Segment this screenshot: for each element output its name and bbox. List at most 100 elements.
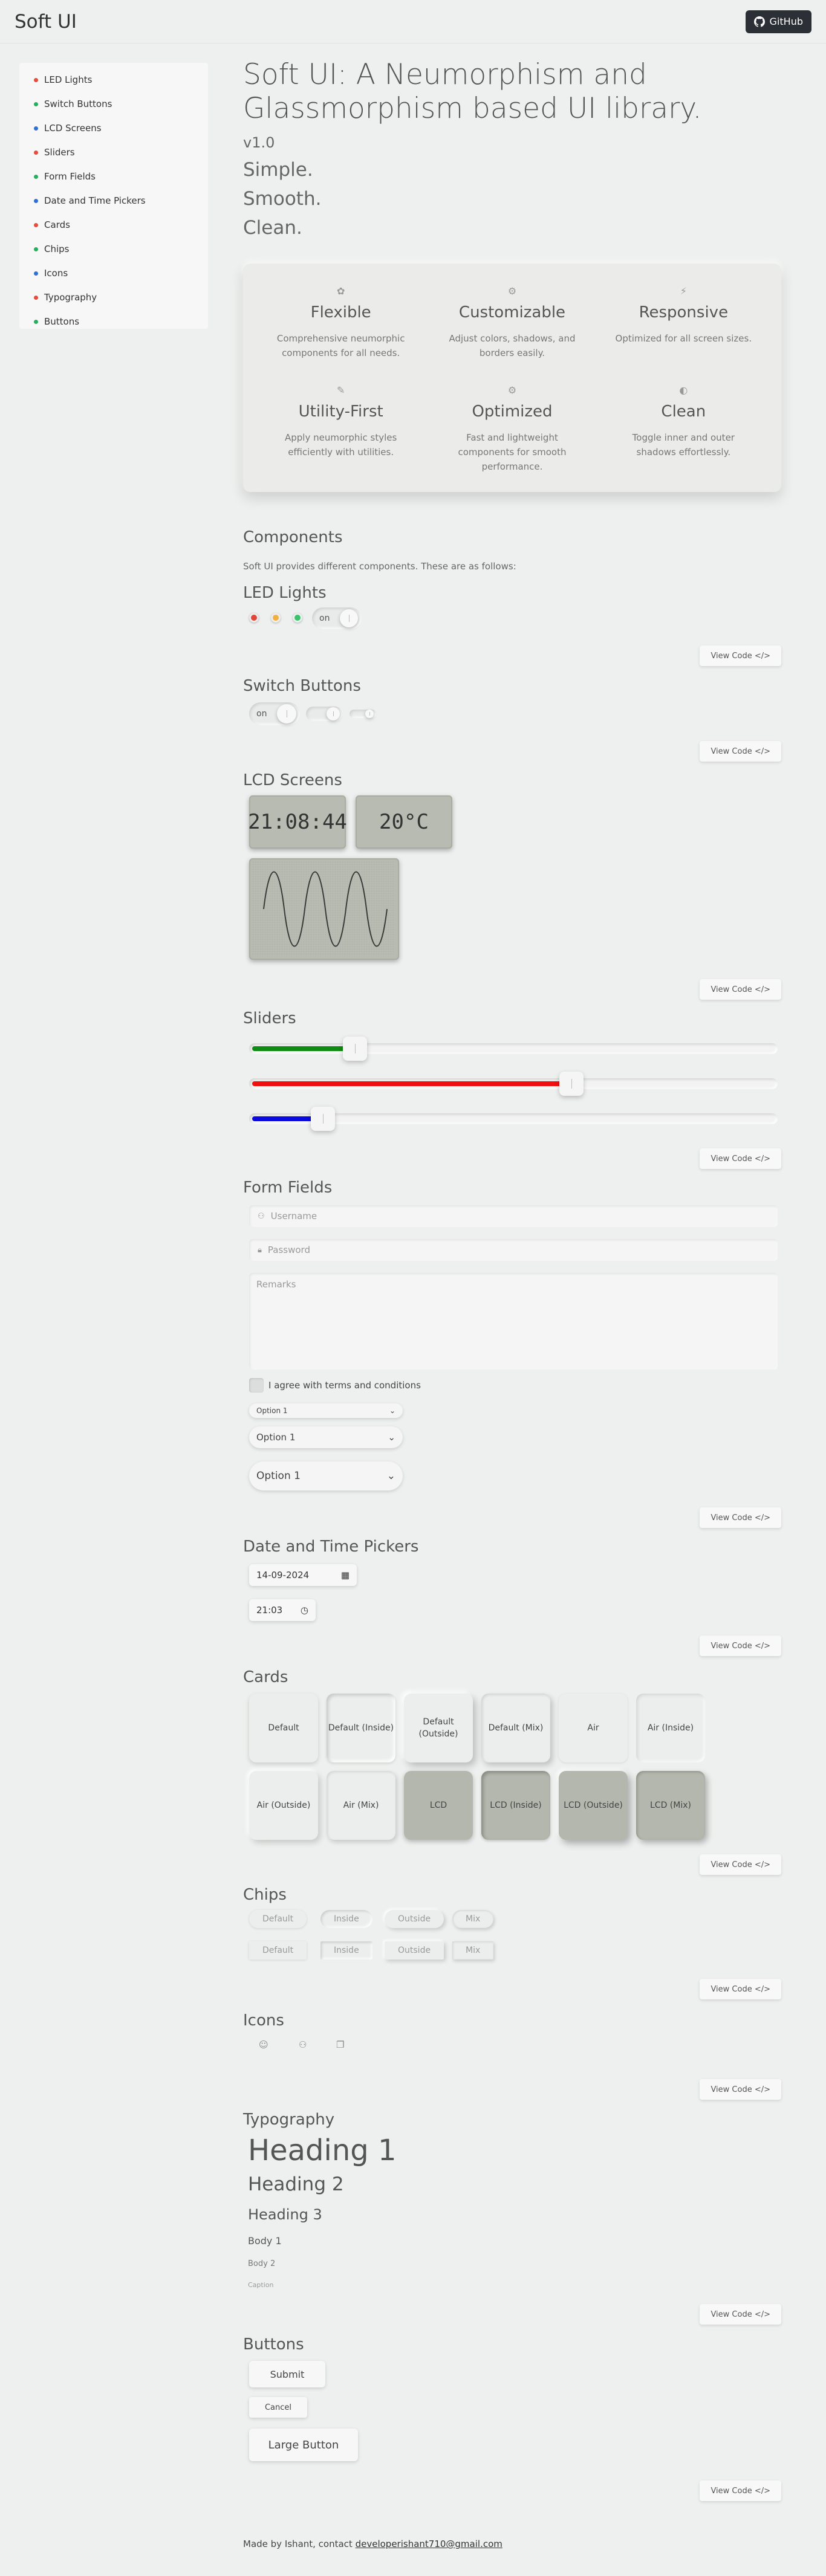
time-picker[interactable]: 21:03 ◷ xyxy=(249,1599,316,1621)
card-default-mix[interactable]: Default (Mix) xyxy=(481,1694,550,1762)
username-input[interactable]: ⚇ Username xyxy=(249,1205,778,1227)
sidebar-item-led-lights[interactable]: LED Lights xyxy=(19,68,208,92)
sidebar-item-lcd-screens[interactable]: LCD Screens xyxy=(19,116,208,140)
led-switch[interactable]: on xyxy=(312,607,362,629)
view-code-button[interactable]: View Code </> xyxy=(700,979,781,1000)
card-air[interactable]: Air xyxy=(559,1694,628,1762)
card-air-mix[interactable]: Air (Mix) xyxy=(327,1771,395,1840)
feature-desc: Adjust colors, shadows, and borders easi… xyxy=(449,333,576,358)
user-icon: ⚇ xyxy=(258,1211,265,1221)
view-code-button[interactable]: View Code </> xyxy=(700,2481,781,2501)
feature-desc: Apply neumorphic styles efficiently with… xyxy=(285,432,397,458)
chip-default-rounded[interactable]: Default xyxy=(249,1910,307,1928)
sliders-title: Sliders xyxy=(243,1009,296,1027)
slider-blue[interactable] xyxy=(249,1107,778,1131)
form-title: Form Fields xyxy=(243,1179,333,1197)
calendar-icon[interactable]: ▦ xyxy=(341,1570,350,1581)
card-lcd-inside[interactable]: LCD (Inside) xyxy=(481,1771,550,1840)
sidebar-item-buttons[interactable]: Buttons xyxy=(19,309,208,334)
card-lcd-mix[interactable]: LCD (Mix) xyxy=(636,1771,705,1840)
bullet-dot xyxy=(34,222,38,227)
view-code-button[interactable]: View Code </> xyxy=(700,2079,781,2100)
card-default-outside[interactable]: Default (Outside) xyxy=(404,1694,473,1762)
clock-icon[interactable]: ◷ xyxy=(301,1605,308,1616)
datetime-title: Date and Time Pickers xyxy=(243,1538,419,1556)
feature-title: Clean xyxy=(661,403,706,421)
switch-small[interactable] xyxy=(350,710,376,718)
slider-thumb[interactable] xyxy=(559,1072,584,1096)
feature-title: Flexible xyxy=(310,303,371,322)
chip-mix-rounded[interactable]: Mix xyxy=(452,1910,494,1928)
brand-title[interactable]: Soft UI xyxy=(15,11,77,33)
hero-line-smooth: Smooth. xyxy=(243,188,322,210)
robot-icon[interactable]: ☺ xyxy=(259,2039,268,2050)
chip-default-square[interactable]: Default xyxy=(249,1941,307,1960)
github-button[interactable]: GitHub xyxy=(745,10,811,33)
sidebar-item-icons[interactable]: Icons xyxy=(19,261,208,285)
select-medium[interactable]: Option 1 ⌄ xyxy=(249,1426,403,1448)
feature-optimized: ⚙ Optimized Fast and lightweight compone… xyxy=(426,384,597,474)
slider-thumb[interactable] xyxy=(343,1037,367,1061)
view-code-button[interactable]: View Code </> xyxy=(700,1507,781,1528)
gears-icon: ⚙ xyxy=(507,384,517,396)
view-code-button[interactable]: View Code </> xyxy=(700,741,781,762)
card-lcd-outside[interactable]: LCD (Outside) xyxy=(559,1771,628,1840)
card-lcd[interactable]: LCD xyxy=(404,1771,473,1840)
view-code-button[interactable]: View Code </> xyxy=(700,1148,781,1169)
footer: Made by Ishant, contact developerishant7… xyxy=(243,2539,502,2549)
card-air-inside[interactable]: Air (Inside) xyxy=(636,1694,705,1762)
large-button[interactable]: Large Button xyxy=(249,2429,358,2461)
chip-inside-square[interactable]: Inside xyxy=(320,1941,372,1960)
view-code-button[interactable]: View Code </> xyxy=(700,2304,781,2325)
date-value: 14-09-2024 xyxy=(256,1570,310,1581)
card-air-outside[interactable]: Air (Outside) xyxy=(249,1771,318,1840)
lcd-temperature-value: 20°C xyxy=(379,810,429,834)
switch-medium[interactable] xyxy=(306,707,342,721)
user-icon[interactable]: ⚇ xyxy=(299,2039,307,2050)
flower-icon: ✿ xyxy=(336,285,345,297)
sidebar-item-sliders[interactable]: Sliders xyxy=(19,140,208,164)
chip-outside-square[interactable]: Outside xyxy=(385,1941,444,1960)
slider-green[interactable] xyxy=(249,1037,778,1061)
sidebar-item-cards[interactable]: Cards xyxy=(19,213,208,237)
cancel-button[interactable]: Cancel xyxy=(249,2397,307,2418)
select-small[interactable]: Option 1 ⌄ xyxy=(249,1403,403,1418)
chevron-down-icon: ⌄ xyxy=(386,1470,395,1482)
chip-inside-rounded[interactable]: Inside xyxy=(320,1910,372,1928)
sidebar-item-typography[interactable]: Typography xyxy=(19,285,208,309)
sidebar-item-chips[interactable]: Chips xyxy=(19,237,208,261)
password-input[interactable]: 🔒︎ Password xyxy=(249,1239,778,1261)
typography-h1: Heading 1 xyxy=(248,2134,397,2167)
lcd-wave xyxy=(249,858,399,960)
sidebar-item-form-fields[interactable]: Form Fields xyxy=(19,164,208,189)
select-value: Option 1 xyxy=(256,1432,296,1443)
select-value: Option 1 xyxy=(256,1470,301,1482)
view-code-button[interactable]: View Code </> xyxy=(700,1854,781,1875)
chip-mix-square[interactable]: Mix xyxy=(452,1941,494,1960)
sidebar-item-label: Sliders xyxy=(44,147,75,158)
bullet-dot xyxy=(34,319,38,324)
slider-thumb[interactable] xyxy=(311,1107,335,1131)
bullet-dot xyxy=(34,77,38,82)
contrast-icon: ◐ xyxy=(679,384,688,396)
slider-red[interactable] xyxy=(249,1072,778,1096)
view-code-button[interactable]: View Code </> xyxy=(700,1979,781,1999)
footer-email-link[interactable]: developerishant710@gmail.com xyxy=(356,2539,502,2549)
switch-large[interactable]: on xyxy=(249,702,300,725)
pencil-icon: ✎ xyxy=(336,384,345,396)
sidebar-item-switch-buttons[interactable]: Switch Buttons xyxy=(19,92,208,116)
select-large[interactable]: Option 1 ⌄ xyxy=(249,1461,403,1490)
terms-checkbox[interactable] xyxy=(249,1378,264,1393)
typography-h2: Heading 2 xyxy=(248,2173,344,2195)
submit-button[interactable]: Submit xyxy=(249,2361,325,2387)
card-default-inside[interactable]: Default (Inside) xyxy=(327,1694,395,1762)
chip-outside-rounded[interactable]: Outside xyxy=(385,1910,444,1928)
bullet-dot xyxy=(34,295,38,300)
sidebar-item-date-time-pickers[interactable]: Date and Time Pickers xyxy=(19,189,208,213)
remarks-textarea[interactable]: Remarks xyxy=(249,1273,778,1370)
date-picker[interactable]: 14-09-2024 ▦ xyxy=(249,1564,357,1586)
chat-icon[interactable]: ❐ xyxy=(336,2039,344,2050)
view-code-button[interactable]: View Code </> xyxy=(700,1636,781,1656)
view-code-button[interactable]: View Code </> xyxy=(700,646,781,666)
card-default[interactable]: Default xyxy=(249,1694,318,1762)
